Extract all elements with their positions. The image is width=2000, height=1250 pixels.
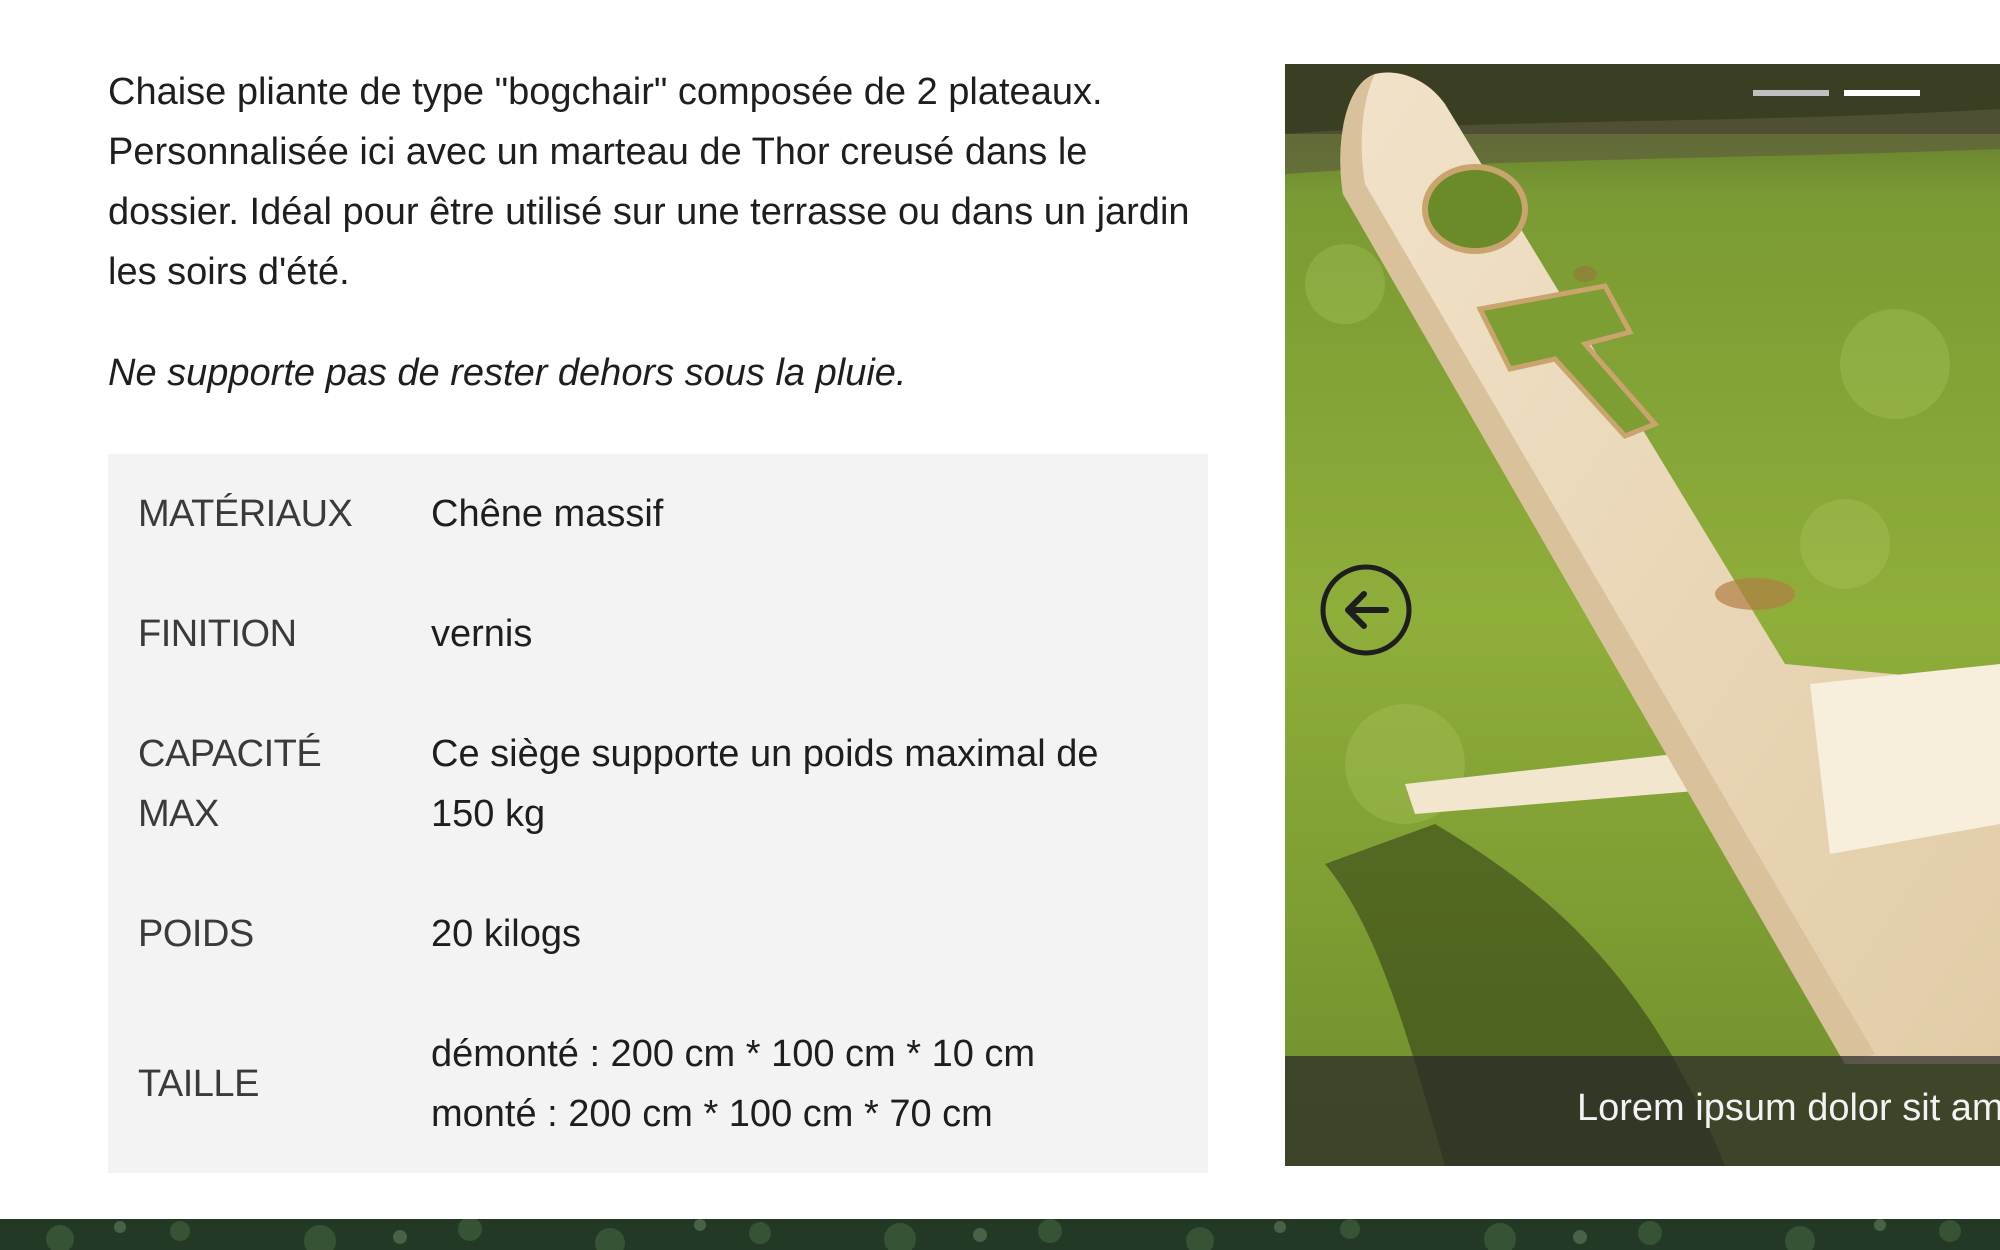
- spec-label-weight: POIDS: [138, 913, 254, 955]
- spec-table: MATÉRIAUX Chêne massif FINITION vernis C…: [108, 454, 1208, 1173]
- arrow-left-circle-icon: [1320, 564, 1412, 656]
- spec-label-capacity: CAPACITÉ MAX: [138, 733, 322, 835]
- spec-label-materials: MATÉRIAUX: [138, 493, 353, 535]
- spec-value-weight: 20 kilogs: [431, 913, 581, 955]
- spec-value-materials: Chêne massif: [431, 493, 664, 535]
- spec-label-size: TAILLE: [138, 1063, 259, 1105]
- product-note: Ne supporte pas de rester dehors sous la…: [108, 352, 907, 394]
- spec-value-finish: vernis: [431, 613, 533, 655]
- spec-value-size-line2: monté : 200 cm * 100 cm * 70 cm: [431, 1093, 993, 1135]
- slide-indicator-2[interactable]: [1844, 90, 1920, 96]
- footer-image-strip: [0, 1219, 2000, 1250]
- spec-value-capacity: Ce siège supporte un poids maximal de 15…: [431, 733, 1099, 835]
- product-description: Chaise pliante de type "bogchair" compos…: [108, 71, 1190, 293]
- previous-slide-button[interactable]: [1320, 564, 1412, 656]
- slide-caption: Lorem ipsum dolor sit amet: [1577, 1087, 2000, 1129]
- forest-background-image: [0, 1219, 2000, 1250]
- spec-value-size-line1: démonté : 200 cm * 100 cm * 10 cm: [431, 1033, 1036, 1075]
- image-carousel[interactable]: Lorem ipsum dolor sit amet: [1285, 64, 2000, 1166]
- caption-bar: Lorem ipsum dolor sit amet: [1285, 1056, 2000, 1166]
- slide-indicator-1[interactable]: [1753, 90, 1829, 96]
- spec-label-finish: FINITION: [138, 613, 297, 655]
